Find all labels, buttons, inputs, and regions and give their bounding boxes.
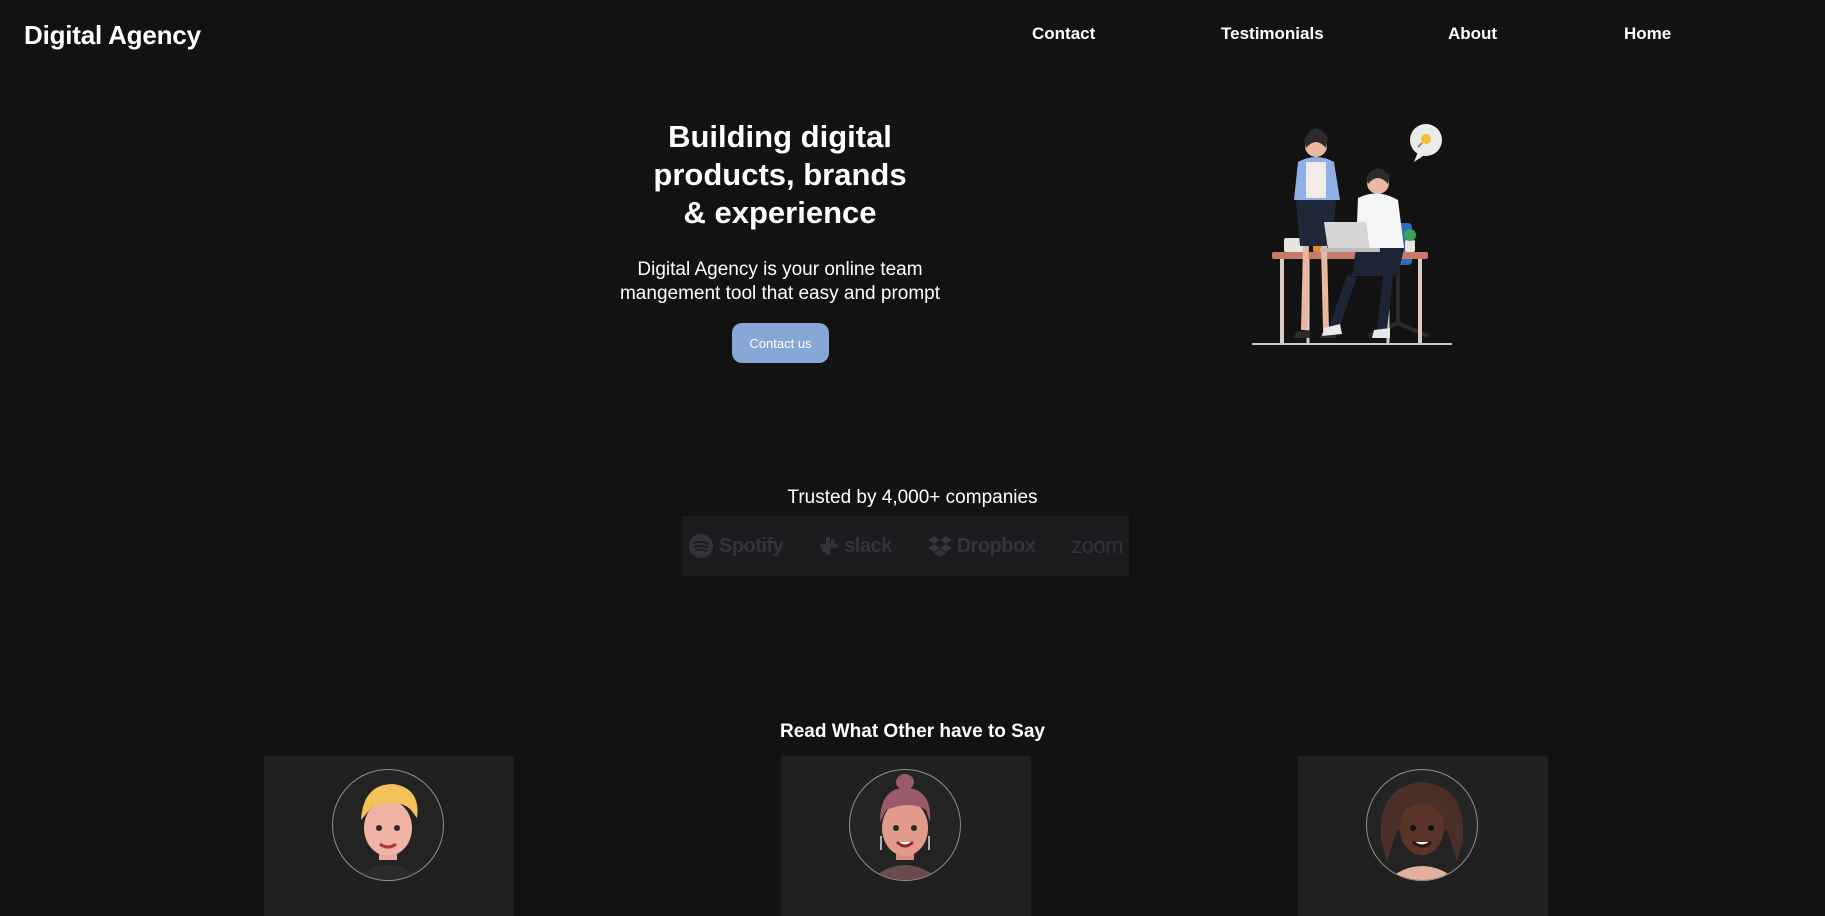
- spotify-icon: [689, 534, 713, 558]
- dropbox-logo-text: Dropbox: [956, 534, 1036, 557]
- slack-logo: slack: [819, 535, 892, 558]
- slack-logo-text: slack: [844, 534, 892, 557]
- blond-man-avatar: [332, 769, 444, 881]
- man-with-dreadlocks-avatar-icon: [1380, 782, 1464, 880]
- nav-link-about[interactable]: About: [1448, 24, 1497, 44]
- nav-link-contact[interactable]: Contact: [1032, 24, 1095, 44]
- dropbox-logo: Dropbox: [927, 534, 1036, 558]
- slack-icon: [820, 537, 839, 555]
- hero-subtitle: Digital Agency is your online team mange…: [600, 258, 960, 306]
- woman-with-earrings-avatar-icon: [870, 774, 940, 880]
- dropbox-icon: [927, 536, 952, 557]
- testimonial-card: [1298, 756, 1548, 916]
- partner-logo-strip: Spotify slack Dropbox zoom: [682, 516, 1129, 576]
- contact-us-button[interactable]: Contact us: [732, 323, 829, 363]
- testimonial-card: [264, 756, 514, 916]
- spotify-logo-text: Spotify: [719, 534, 784, 557]
- woman-with-earrings-avatar: [849, 769, 961, 881]
- blond-man-avatar-icon: [353, 784, 423, 880]
- team-at-desk-illustration: [1252, 124, 1452, 345]
- man-with-dreadlocks-avatar: [1366, 769, 1478, 881]
- hero-subtitle-line: Digital Agency is your online team: [637, 259, 923, 280]
- nav-link-testimonials[interactable]: Testimonials: [1221, 24, 1324, 44]
- zoom-logo: zoom: [1071, 533, 1123, 559]
- trusted-text: Trusted by 4,000+ companies: [787, 487, 1038, 508]
- spotify-logo: Spotify: [688, 533, 784, 559]
- nav-link-home[interactable]: Home: [1624, 24, 1671, 44]
- zoom-logo-text: zoom: [1071, 533, 1123, 558]
- main-nav: Contact Testimonials About Home: [0, 24, 1825, 48]
- hero-subtitle-line: mangement tool that easy and prompt: [619, 283, 941, 304]
- hero-title: Building digital products, brands & expe…: [580, 118, 980, 232]
- testimonials-heading: Read What Other have to Say: [779, 721, 1045, 742]
- hero-title-line: Building digital: [668, 119, 892, 154]
- testimonial-card: [781, 756, 1031, 916]
- hero-title-line: & experience: [683, 195, 877, 230]
- hero-title-line: products, brands: [653, 157, 907, 192]
